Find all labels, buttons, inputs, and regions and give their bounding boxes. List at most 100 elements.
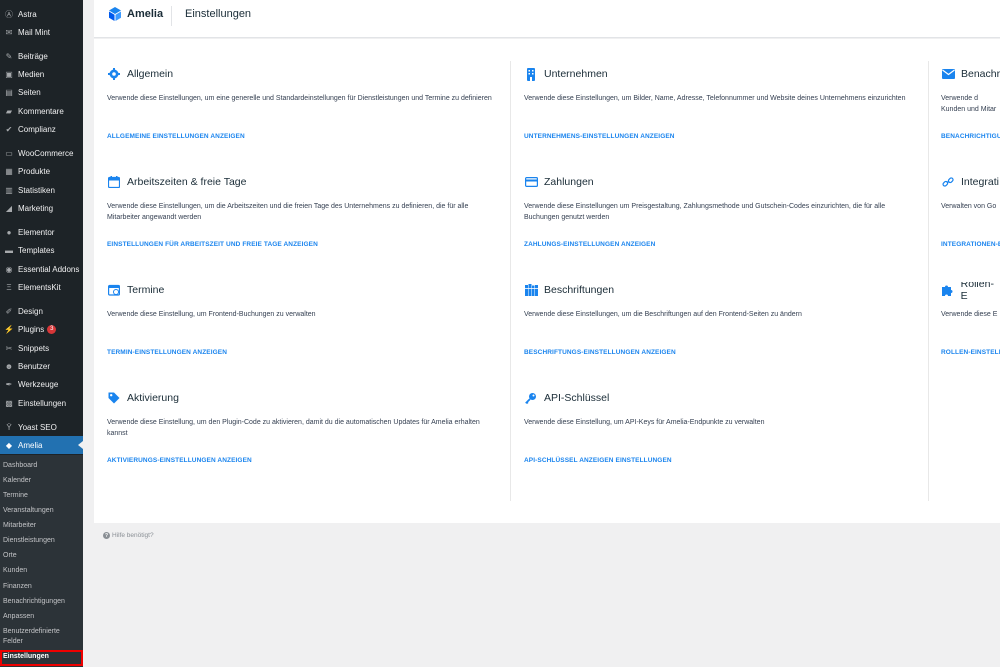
sidebar-item-label: Marketing — [18, 203, 54, 213]
card-description: Verwende diese Einstellung, um API-Keys … — [524, 419, 765, 426]
sidebar-item-elementskit[interactable]: Ξ ElementsKit — [0, 278, 83, 296]
code-icon: ✂ — [5, 343, 13, 353]
card-title: Zahlungen — [544, 176, 594, 188]
settings-card-zahlungen: Zahlungen Verwende diese Einstellungen um… — [524, 174, 928, 282]
sidebar-item-label: Statistiken — [18, 185, 55, 195]
sidebar-item-label: ElementsKit — [18, 282, 61, 292]
card-header: Arbeitszeiten & freie Tage — [107, 174, 246, 190]
sidebar-item-label: Seiten — [18, 87, 41, 97]
card-description: Verwende diese Einstellungen, um die Bes… — [524, 311, 802, 318]
card-link[interactable]: BENACHRICHTIGU — [941, 133, 1000, 140]
card-link[interactable]: EINSTELLUNGEN FÜR ARBEITSZEIT UND FREIE … — [107, 241, 318, 248]
submenu-item-termine[interactable]: Termine — [0, 491, 83, 501]
sidebar-item-yoast-seo[interactable]: Ÿ Yoast SEO — [0, 418, 83, 436]
submenu-item-orte[interactable]: Orte — [0, 551, 83, 561]
sidebar-item-plugins[interactable]: ⚡ Plugins 3 — [0, 320, 83, 338]
sidebar-item-mail-mint[interactable]: ✉ Mail Mint — [0, 23, 83, 41]
sidebar-item-design[interactable]: ✐ Design — [0, 302, 83, 320]
wrench-icon: ✒ — [5, 379, 13, 389]
amelia-logo-icon — [109, 7, 121, 21]
sidebar-item-werkzeuge[interactable]: ✒ Werkzeuge — [0, 375, 83, 393]
submenu-item-veranstaltungen[interactable]: Veranstaltungen — [0, 506, 83, 516]
card-link[interactable]: ALLGEMEINE EINSTELLUNGEN ANZEIGEN — [107, 133, 245, 140]
submenu-item-benutzerdefinierte-felder[interactable]: Benutzerdefinierte Felder — [0, 627, 70, 647]
tag-icon — [107, 391, 121, 405]
media-icon: ▣ — [5, 69, 13, 79]
admin-sidebar: Ⓐ Astra ✉ Mail Mint ✎ Beiträge ▣ Medien ▤ Seiten ▰… — [0, 0, 83, 667]
sidebar-item-benutzer[interactable]: ☻ Benutzer — [0, 357, 83, 375]
sidebar-item-medien[interactable]: ▣ Medien — [0, 65, 83, 83]
chart-icon: ▥ — [5, 185, 13, 195]
page-icon: ▤ — [5, 87, 13, 97]
sidebar-item-amelia[interactable]: ◆ Amelia — [0, 436, 83, 454]
card-link[interactable]: ZAHLUNGS-EINSTELLUNGEN ANZEIGEN — [524, 241, 655, 248]
sidebar-item-label: Medien — [18, 69, 45, 79]
sidebar-item-statistiken[interactable]: ▥ Statistiken — [0, 181, 83, 199]
sidebar-item-essential-addons[interactable]: ◉ Essential Addons — [0, 260, 83, 278]
card-title: API-Schlüssel — [544, 392, 610, 404]
yoast-icon: Ÿ — [6, 422, 12, 432]
sidebar-item-beiträge[interactable]: ✎ Beiträge — [0, 47, 83, 65]
card-link[interactable]: ROLLEN-EINSTELL — [941, 349, 1000, 356]
sidebar-item-label: Elementor — [18, 227, 55, 237]
sidebar-item-woocommerce[interactable]: ▭ WooCommerce — [0, 144, 83, 162]
sidebar-item-label: Mail Mint — [18, 27, 51, 37]
sidebar-item-einstellungen[interactable]: ▩ Einstellungen — [0, 394, 83, 412]
help-label: Hilfe benötigt? — [112, 532, 154, 539]
card-link[interactable]: API-SCHLÜSSEL ANZEIGEN EINSTELLUNGEN — [524, 457, 672, 464]
card-link[interactable]: UNTERNEHMENS-EINSTELLUNGEN ANZEIGEN — [524, 133, 675, 140]
card-link[interactable]: INTEGRATIONEN-E — [941, 241, 1000, 248]
submenu-item-dashboard[interactable]: Dashboard — [0, 461, 83, 471]
submenu-item-benachrichtigungen[interactable]: Benachrichtigungen — [0, 597, 83, 607]
sidebar-item-marketing[interactable]: ◢ Marketing — [0, 199, 83, 217]
card-link[interactable]: AKTIVIERUNGS-EINSTELLUNGEN ANZEIGEN — [107, 457, 252, 464]
settings-card-unternehmen: Unternehmen Verwende diese Einstellungen,… — [524, 66, 928, 174]
sidebar-item-seiten[interactable]: ▤ Seiten — [0, 83, 83, 101]
puzzle-icon — [941, 283, 955, 297]
check-icon: ✔ — [5, 124, 13, 134]
sidebar-item-label: Einstellungen — [18, 398, 67, 408]
settings-card-integrati: Integrati Verwalten von Go INTEGRATIONEN-E — [941, 174, 1000, 282]
card-header: Benachr — [941, 66, 1000, 82]
sidebar-item-label: Essential Addons — [18, 264, 80, 274]
sidebar-item-complianz[interactable]: ✔ Complianz — [0, 120, 83, 138]
submenu-item-einstellungen[interactable]: Einstellungen — [0, 650, 83, 666]
sidebar-item-elementor[interactable]: ● Elementor — [0, 223, 83, 241]
update-count-badge: 3 — [47, 324, 57, 334]
card-link[interactable]: BESCHRIFTUNGS-EINSTELLUNGEN ANZEIGEN — [524, 349, 676, 356]
sidebar-item-produkte[interactable]: ▦ Produkte — [0, 162, 83, 180]
submenu-item-anpassen[interactable]: Anpassen — [0, 612, 83, 622]
card-description: Verwende diese Einstellungen um Preisges… — [524, 203, 886, 221]
help-link[interactable]: ? Hilfe benötigt? — [103, 532, 154, 539]
sidebar-item-kommentare[interactable]: ▰ Kommentare — [0, 102, 83, 120]
card-description: Verwende diese E — [941, 311, 998, 318]
sidebar-item-label: Snippets — [18, 343, 50, 353]
sidebar-item-templates[interactable]: ▬ Templates — [0, 241, 83, 259]
user-icon: ☻ — [4, 361, 14, 371]
submenu-item-finanzen[interactable]: Finanzen — [0, 582, 83, 592]
sidebar-item-label: Plugins — [18, 324, 45, 334]
sidebar-item-astra[interactable]: Ⓐ Astra — [0, 5, 83, 23]
logo-text: Amelia — [127, 8, 164, 20]
submenu-item-kunden[interactable]: Kunden — [0, 566, 83, 576]
sidebar-item-label: Amelia — [18, 440, 43, 450]
megaphone-icon: ◢ — [5, 203, 13, 213]
column-divider — [928, 61, 929, 501]
sidebar-item-label: WooCommerce — [18, 148, 74, 158]
submenu-item-mitarbeiter[interactable]: Mitarbeiter — [0, 521, 83, 531]
submenu-item-dienstleistungen[interactable]: Dienstleistungen — [0, 536, 83, 546]
page-title: Einstellungen — [185, 8, 252, 20]
submenu-item-kalender[interactable]: Kalender — [0, 476, 83, 486]
sidebar-item-label: Kommentare — [18, 106, 64, 116]
card-header: Allgemein — [107, 66, 173, 82]
amelia-logo[interactable]: Amelia — [107, 6, 163, 22]
card-description: Verwende diese Einstellungen, um die Arb… — [107, 203, 469, 221]
card-description: Verwende diese Einstellung, um Frontend-… — [107, 311, 316, 318]
settings-card-termine: Termine Verwende diese Einstellung, um Fr… — [107, 282, 511, 390]
sidebar-item-snippets[interactable]: ✂ Snippets — [0, 339, 83, 357]
ea-icon: ◉ — [5, 264, 13, 274]
card-link[interactable]: TERMIN-EINSTELLUNGEN ANZEIGEN — [107, 349, 227, 356]
card-header: API-Schlüssel — [524, 390, 609, 406]
settings-card-beschriftungen: Beschriftungen Verwende diese Einstellung… — [524, 282, 928, 390]
sidebar-item-label: Benutzer — [18, 361, 51, 371]
